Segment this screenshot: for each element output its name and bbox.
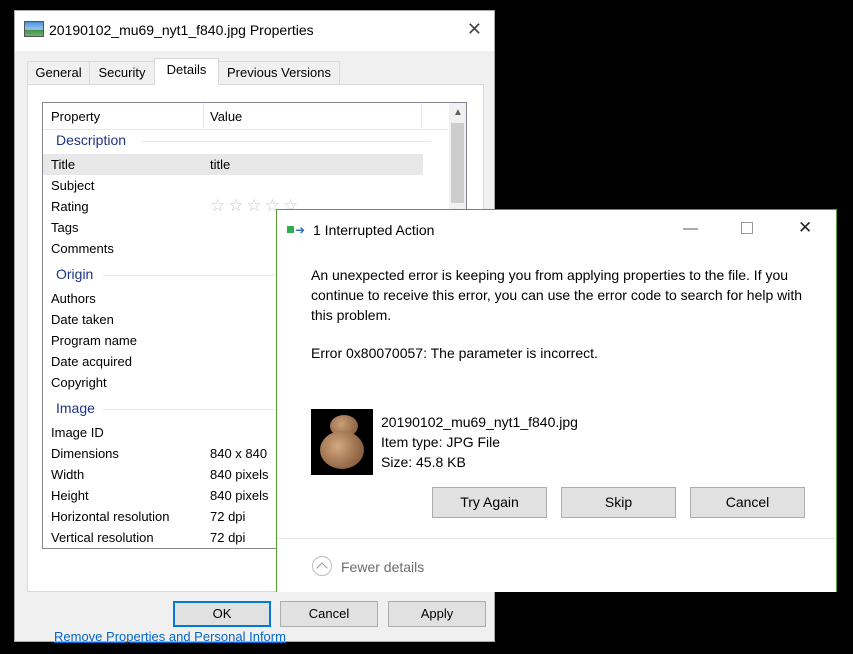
file-info: 20190102_mu69_nyt1_f840.jpg Item type: J…: [381, 412, 578, 472]
apply-button[interactable]: Apply: [388, 601, 486, 627]
file-size: Size: 45.8 KB: [381, 454, 466, 470]
chevron-up-icon[interactable]: [312, 556, 332, 576]
ok-button[interactable]: OK: [173, 601, 271, 627]
minimize-icon[interactable]: —: [683, 220, 698, 237]
tab-details[interactable]: Details: [154, 58, 219, 85]
dialog-footer: Fewer details: [277, 538, 836, 592]
group-description: Description: [56, 132, 127, 148]
maximize-icon[interactable]: [741, 222, 753, 234]
item-type: Item type: JPG File: [381, 434, 501, 450]
tab-previous-versions[interactable]: Previous Versions: [218, 61, 340, 84]
file-name: 20190102_mu69_nyt1_f840.jpg: [381, 414, 578, 430]
close-icon[interactable]: ✕: [798, 218, 812, 238]
cancel-button[interactable]: Cancel: [280, 601, 378, 627]
image-file-icon: [24, 21, 44, 37]
column-value[interactable]: Value: [210, 109, 242, 124]
fewer-details-toggle[interactable]: Fewer details: [341, 559, 424, 575]
scroll-thumb[interactable]: [451, 123, 464, 203]
try-again-button[interactable]: Try Again: [432, 487, 547, 518]
error-message: An unexpected error is keeping you from …: [311, 267, 803, 323]
close-icon[interactable]: ✕: [467, 19, 482, 40]
group-origin: Origin: [56, 266, 94, 282]
dialog-cancel-button[interactable]: Cancel: [690, 487, 805, 518]
dialog-title: 1 Interrupted Action: [313, 222, 435, 238]
properties-title: 20190102_mu69_nyt1_f840.jpg Properties: [49, 22, 314, 38]
scroll-up-icon[interactable]: ▲: [453, 107, 463, 118]
list-header: Property Value: [43, 103, 448, 130]
interrupted-action-dialog: ➜ 1 Interrupted Action — ✕ An unexpected…: [276, 209, 837, 592]
properties-titlebar: 20190102_mu69_nyt1_f840.jpg Properties ✕: [15, 11, 494, 51]
tab-security[interactable]: Security: [89, 61, 155, 84]
tab-general[interactable]: General: [27, 61, 90, 84]
column-property[interactable]: Property: [51, 109, 100, 124]
group-image: Image: [56, 400, 95, 416]
list-item[interactable]: Title title: [43, 154, 423, 175]
skip-button[interactable]: Skip: [561, 487, 676, 518]
file-thumbnail: [311, 409, 373, 475]
file-operation-icon: ➜: [287, 224, 305, 236]
remove-properties-link[interactable]: Remove Properties and Personal Inform: [54, 629, 286, 644]
list-item[interactable]: Subject: [43, 175, 423, 196]
error-code: Error 0x80070057: The parameter is incor…: [311, 345, 598, 361]
